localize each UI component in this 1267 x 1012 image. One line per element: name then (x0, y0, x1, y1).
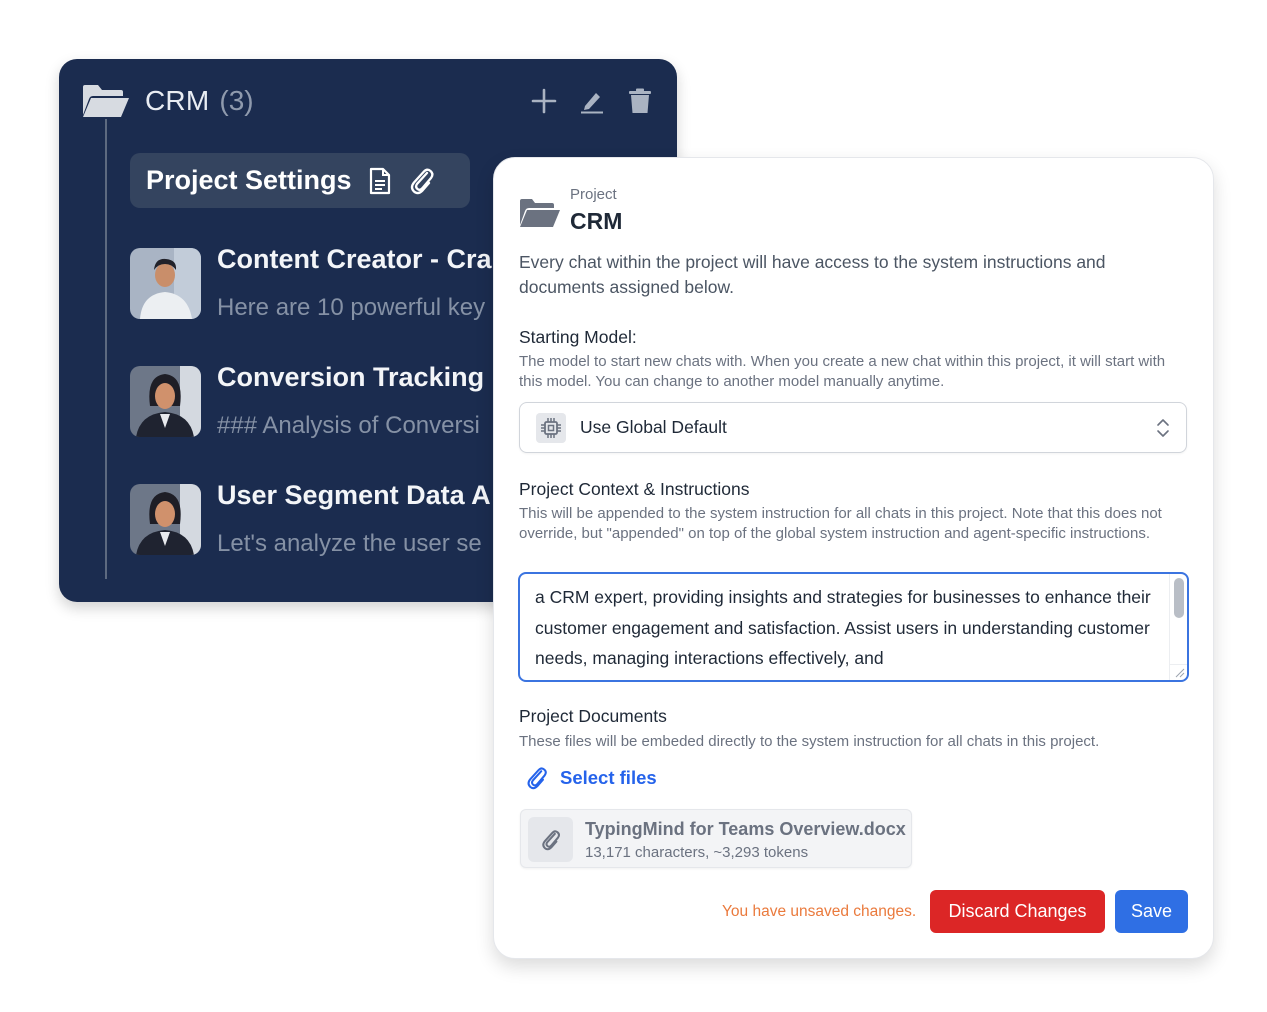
add-chat-button[interactable] (529, 86, 559, 116)
documents-description: These files will be embeded directly to … (519, 733, 1100, 750)
context-text: a CRM expert, providing insights and str… (535, 587, 1151, 668)
avatar (130, 248, 201, 319)
context-label: Project Context & Instructions (519, 479, 750, 499)
chevron-up-down-icon (1157, 418, 1169, 437)
delete-folder-button[interactable] (625, 86, 655, 116)
select-files-button[interactable]: Select files (526, 766, 657, 790)
folder-open-icon (520, 199, 560, 227)
textarea-scrollbar[interactable] (1169, 574, 1187, 668)
edit-folder-button[interactable] (577, 86, 607, 116)
document-name: TypingMind for Teams Overview.docx (585, 819, 906, 839)
select-files-label: Select files (560, 767, 657, 788)
chat-title: User Segment Data A (217, 480, 491, 510)
document-icon (366, 166, 394, 196)
tree-connector-line (105, 119, 107, 579)
chat-title: Content Creator - Cra (217, 244, 492, 274)
context-textarea[interactable]: a CRM expert, providing insights and str… (518, 572, 1189, 682)
chat-preview: ### Analysis of Conversi (217, 412, 480, 439)
chip-icon (536, 412, 566, 443)
chat-preview: Here are 10 powerful key (217, 294, 486, 321)
paperclip-icon (528, 817, 573, 862)
panel-intro: Every chat within the project will have … (519, 252, 1106, 297)
project-settings-button[interactable]: Project Settings (130, 153, 470, 208)
folder-open-icon (83, 85, 129, 117)
panel-title: CRM (570, 208, 623, 234)
folder-count: (3) (219, 85, 254, 116)
paperclip-icon (408, 166, 436, 196)
project-settings-label: Project Settings (146, 165, 352, 195)
scrollbar-thumb[interactable] (1174, 578, 1184, 618)
plus-icon (531, 88, 557, 114)
resize-handle[interactable] (1169, 664, 1187, 680)
discard-changes-button[interactable]: Discard Changes (930, 890, 1105, 933)
panel-kicker: Project (570, 186, 617, 203)
avatar (130, 366, 201, 437)
folder-name: CRM (145, 85, 210, 116)
documents-label: Project Documents (519, 706, 667, 726)
chat-preview: Let's analyze the user se (217, 530, 482, 557)
pencil-icon (581, 93, 603, 114)
starting-model-select[interactable]: Use Global Default (519, 402, 1187, 453)
project-folder-header[interactable]: CRM (3) (81, 81, 655, 121)
document-item[interactable]: TypingMind for Teams Overview.docx 13,17… (520, 809, 912, 868)
starting-model-label: Starting Model: (519, 327, 637, 347)
selected-model: Use Global Default (580, 417, 727, 437)
context-description: This will be appended to the system inst… (519, 505, 1162, 542)
project-settings-panel: Project CRM Every chat within the projec… (493, 157, 1214, 959)
chat-title: Conversion Tracking I (217, 362, 500, 392)
paperclip-icon (527, 767, 547, 790)
save-button[interactable]: Save (1115, 890, 1188, 933)
avatar (130, 484, 201, 555)
document-meta: 13,171 characters, ~3,293 tokens (585, 844, 809, 861)
starting-model-description: The model to start new chats with. When … (519, 353, 1166, 390)
trash-icon (629, 88, 651, 113)
unsaved-changes-notice: You have unsaved changes. (722, 903, 917, 920)
